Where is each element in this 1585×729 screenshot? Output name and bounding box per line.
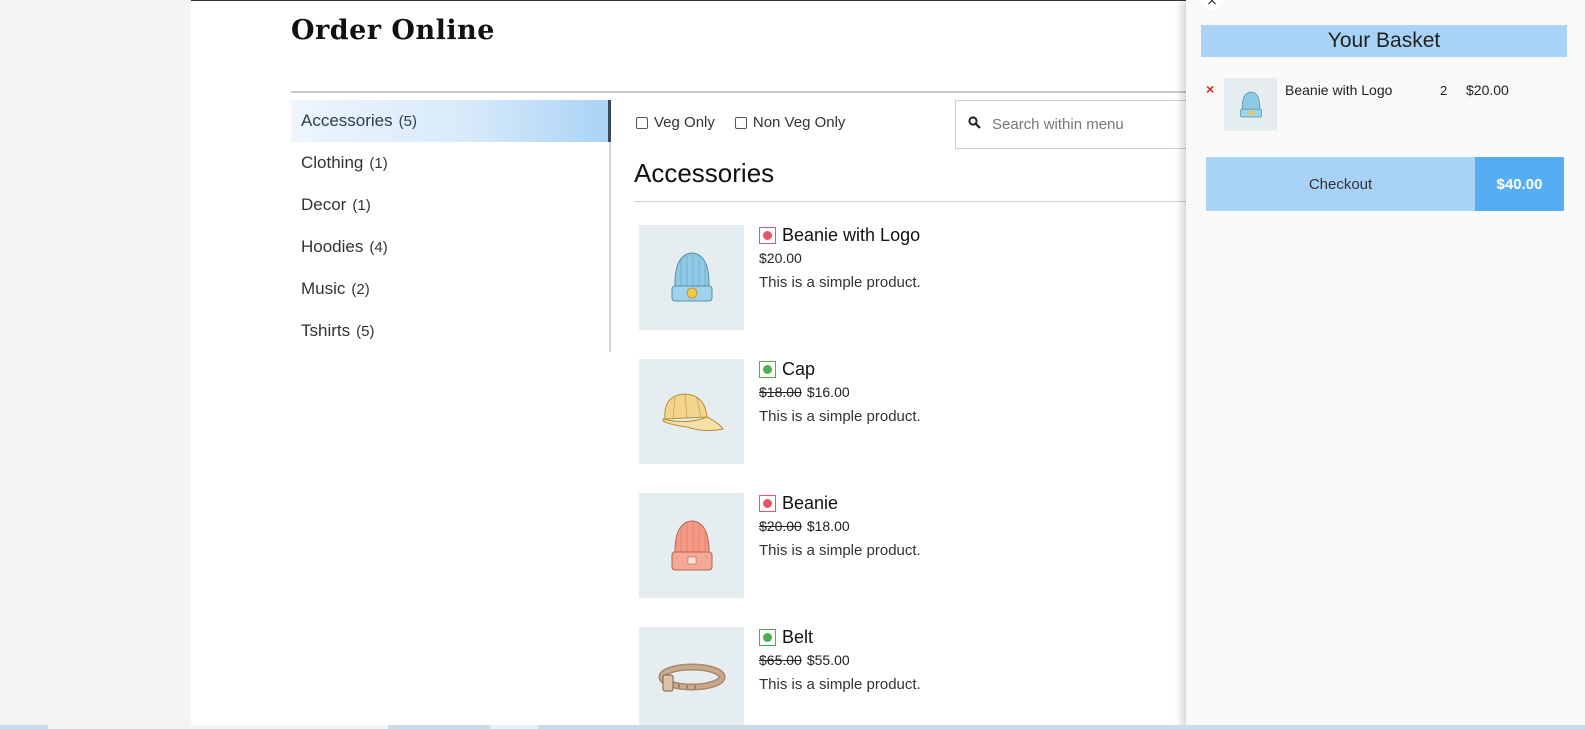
category-decor[interactable]: Decor (1) — [291, 184, 609, 226]
beanie-logo-icon[interactable] — [639, 225, 744, 330]
bottom-strip — [0, 725, 1585, 729]
category-label: Decor — [301, 195, 347, 214]
checkout-total: $40.00 — [1475, 157, 1564, 211]
product-card[interactable]: Beanie $20.00 $18.00 This is a simple pro… — [639, 493, 1199, 598]
category-label: Clothing — [301, 153, 364, 172]
category-count: (1) — [369, 155, 388, 172]
nonveg-only-filter[interactable]: Non Veg Only — [734, 114, 846, 131]
product-old-price: $65.00 — [759, 652, 802, 668]
checkout-label: Checkout — [1206, 157, 1475, 211]
strip-segment — [490, 725, 538, 729]
basket-title: Your Basket — [1201, 25, 1567, 57]
nonveg-indicator-icon — [759, 495, 776, 512]
category-nav: Accessories (5) Clothing (1) Decor (1) Hood… — [291, 100, 611, 352]
category-clothing[interactable]: Clothing (1) — [291, 142, 609, 184]
basket-item-name: Beanie with Logo — [1285, 82, 1393, 98]
product-card[interactable]: Cap $18.00 $16.00 This is a simple produc… — [639, 359, 1199, 464]
category-accessories[interactable]: Accessories (5) — [291, 100, 611, 142]
nonveg-only-label: Non Veg Only — [752, 114, 846, 131]
product-description: This is a simple product. — [759, 542, 921, 559]
category-music[interactable]: Music (2) — [291, 268, 609, 310]
product-description: This is a simple product. — [759, 274, 921, 291]
product-price: $55.00 — [806, 652, 850, 668]
product-price-row: $20.00 $18.00 — [759, 518, 921, 534]
search-input[interactable] — [992, 116, 1182, 133]
product-card[interactable]: Beanie with Logo $20.00 This is a simple… — [639, 225, 1199, 330]
basket-panel: × Your Basket × Beanie with Logo 2 $20.0… — [1186, 0, 1585, 729]
product-name[interactable]: Cap — [782, 359, 815, 380]
nonveg-indicator-icon — [759, 227, 776, 244]
close-icon[interactable]: × — [1200, 0, 1224, 10]
cap-icon[interactable] — [639, 359, 744, 464]
category-hoodies[interactable]: Hoodies (4) — [291, 226, 609, 268]
product-price-row: $18.00 $16.00 — [759, 384, 921, 400]
page-title: Order Online — [291, 15, 495, 46]
menu-page: Order Online Accessories (5) Clothing (1) … — [191, 0, 1195, 729]
category-count: (4) — [369, 239, 388, 256]
product-price: $16.00 — [806, 384, 850, 400]
beanie-logo-icon — [1224, 78, 1277, 131]
category-count: (2) — [351, 281, 370, 298]
product-card[interactable]: Belt $65.00 $55.00 This is a simple produ… — [639, 627, 1199, 729]
veg-indicator-icon — [759, 361, 776, 378]
product-info: Beanie with Logo $20.00 This is a simple… — [759, 225, 921, 291]
product-info: Beanie $20.00 $18.00 This is a simple pro… — [759, 493, 921, 559]
product-price-row: $65.00 $55.00 — [759, 652, 921, 668]
product-title: Belt — [759, 627, 921, 648]
section-title: Accessories — [634, 158, 775, 188]
product-info: Belt $65.00 $55.00 This is a simple produ… — [759, 627, 921, 693]
product-price-row: $20.00 — [759, 250, 921, 266]
menu-search — [955, 100, 1195, 149]
search-icon — [956, 116, 992, 133]
product-description: This is a simple product. — [759, 408, 921, 425]
basket-item-qty: 2 — [1440, 83, 1448, 98]
strip-segment — [48, 725, 388, 729]
product-old-price: $20.00 — [759, 518, 802, 534]
beanie-icon[interactable] — [639, 493, 744, 598]
category-count: (5) — [356, 323, 375, 340]
divider — [291, 91, 1191, 93]
product-description: This is a simple product. — [759, 676, 921, 693]
category-tshirts[interactable]: Tshirts (5) — [291, 310, 609, 352]
veg-only-checkbox[interactable] — [636, 116, 648, 129]
product-info: Cap $18.00 $16.00 This is a simple produc… — [759, 359, 921, 425]
remove-item-icon[interactable]: × — [1206, 81, 1214, 97]
veg-only-label: Veg Only — [654, 114, 715, 131]
product-name[interactable]: Beanie — [782, 493, 838, 514]
product-price: $20.00 — [759, 250, 802, 266]
product-title: Beanie — [759, 493, 921, 514]
divider — [634, 201, 1194, 202]
product-name[interactable]: Beanie with Logo — [782, 225, 920, 246]
product-title: Cap — [759, 359, 921, 380]
product-price: $18.00 — [806, 518, 850, 534]
product-title: Beanie with Logo — [759, 225, 921, 246]
belt-icon[interactable] — [639, 627, 744, 729]
category-label: Accessories — [301, 111, 393, 130]
veg-only-filter[interactable]: Veg Only — [636, 114, 715, 131]
category-count: (5) — [398, 113, 417, 130]
checkout-button[interactable]: Checkout $40.00 — [1206, 157, 1564, 211]
nonveg-only-checkbox[interactable] — [734, 116, 747, 129]
product-name[interactable]: Belt — [782, 627, 813, 648]
basket-item: × Beanie with Logo 2 $20.00 — [1206, 78, 1566, 132]
category-label: Music — [301, 279, 346, 298]
veg-indicator-icon — [759, 629, 776, 646]
product-old-price: $18.00 — [759, 384, 802, 400]
diet-filters: Veg Only Non Veg Only — [636, 114, 845, 131]
basket-item-price: $20.00 — [1466, 82, 1509, 98]
category-count: (1) — [352, 197, 371, 214]
category-label: Tshirts — [301, 321, 351, 340]
category-label: Hoodies — [301, 237, 364, 256]
